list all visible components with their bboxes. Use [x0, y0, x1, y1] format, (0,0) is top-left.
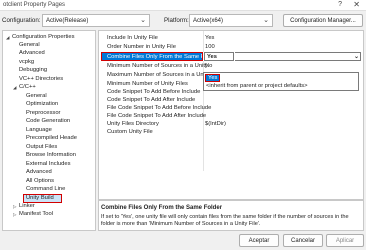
tree-item-command-line[interactable]: Command Line: [26, 186, 65, 192]
tree-item-browse-information[interactable]: Browse Information: [26, 152, 76, 158]
tree-item-cpp-advanced[interactable]: Advanced: [26, 169, 52, 175]
tree-item-general[interactable]: General: [19, 42, 40, 48]
property-row[interactable]: File Code Snippet To Add Before Include: [99, 104, 363, 112]
platform-label: Platform:: [164, 17, 189, 24]
chevron-down-icon: ⌄: [140, 17, 146, 24]
property-value: 100: [205, 44, 215, 50]
tree-item-external-includes[interactable]: External Includes: [26, 161, 70, 167]
platform-value: Active(x64): [193, 18, 224, 24]
tree-item-all-options[interactable]: All Options: [26, 178, 54, 184]
expanded-arrow-icon[interactable]: ◢: [13, 85, 16, 91]
property-row[interactable]: Code Snippet To Add After Include: [99, 96, 363, 104]
configuration-manager-button[interactable]: Configuration Manager...: [283, 14, 363, 27]
collapsed-arrow-icon[interactable]: ▷: [13, 212, 16, 218]
property-value: $(IntDir): [205, 121, 226, 127]
property-value: No: [205, 63, 213, 69]
ok-button[interactable]: Aceptar: [239, 234, 279, 247]
value-dropdown-list[interactable]: Yes <inherit from parent or project defa…: [203, 72, 359, 91]
property-row[interactable]: Order Number in Unity File 100: [99, 43, 363, 51]
chevron-down-icon[interactable]: ⌄: [354, 53, 359, 60]
close-icon[interactable]: ✕: [353, 0, 360, 9]
description-panel: Combine Files Only From the Same Folder …: [98, 200, 364, 231]
property-name-selected: Combine Files Only From the Same Fol: [101, 52, 203, 61]
tree-item-code-generation[interactable]: Code Generation: [26, 118, 70, 124]
tree-item-manifest-tool[interactable]: Manifest Tool: [19, 211, 53, 217]
tree-item-optimization[interactable]: Optimization: [26, 101, 58, 107]
property-row[interactable]: Minimum Number of Sources in a Unity No: [99, 62, 363, 70]
property-value-editor[interactable]: Yes: [204, 52, 234, 61]
property-name: Custom Unity File: [107, 129, 153, 135]
configuration-toolbar: Configuration: Active(Release) ⌄ Platfor…: [0, 11, 366, 31]
tree-item-cpp-general[interactable]: General: [26, 93, 47, 99]
description-text: If set to 'Yes', one unity file will onl…: [101, 214, 349, 228]
tree-item-output-files[interactable]: Output Files: [26, 144, 57, 150]
expanded-arrow-icon[interactable]: ◢: [6, 35, 9, 41]
property-row-selected[interactable]: Combine Files Only From the Same Fol Yes…: [99, 52, 363, 61]
help-icon[interactable]: ?: [338, 1, 342, 8]
configuration-select[interactable]: Active(Release) ⌄: [42, 14, 150, 27]
property-grid: Include In Unity File Yes Order Number i…: [98, 30, 364, 200]
property-name: Order Number in Unity File: [107, 44, 176, 50]
property-name: Code Snippet To Add After Include: [107, 97, 196, 103]
property-name: Code Snippet To Add Before Include: [107, 89, 201, 95]
tree-item-linker[interactable]: Linker: [19, 203, 35, 209]
platform-select[interactable]: Active(x64) ⌄: [189, 14, 273, 27]
property-row[interactable]: Include In Unity File Yes: [99, 34, 363, 42]
property-tree: ◢ Configuration Properties General Advan…: [2, 30, 96, 231]
apply-button[interactable]: Aplicar: [326, 234, 364, 247]
title-bar: otclient Property Pages ? ✕: [0, 0, 366, 11]
tree-item-advanced[interactable]: Advanced: [19, 50, 45, 56]
tree-item-cpp[interactable]: C/C++: [19, 84, 36, 90]
collapsed-arrow-icon[interactable]: ▷: [13, 204, 16, 210]
tree-item-precompiled-headers[interactable]: Precompiled Heade: [26, 135, 77, 141]
property-row[interactable]: Custom Unity File: [99, 128, 363, 136]
tree-item-configuration-properties[interactable]: Configuration Properties: [12, 34, 75, 40]
tree-item-vcpkg[interactable]: vcpkg: [19, 59, 34, 65]
property-row[interactable]: File Code Snippet To Add After Include: [99, 112, 363, 120]
tree-item-vcpp-directories[interactable]: VC++ Directories: [19, 76, 63, 82]
chevron-down-icon: ⌄: [263, 17, 269, 24]
property-value-combo[interactable]: ⌄: [235, 52, 361, 61]
tree-item-preprocessor[interactable]: Preprocessor: [26, 110, 60, 116]
dropdown-option-yes[interactable]: Yes: [205, 74, 221, 82]
property-value: Yes: [205, 35, 215, 41]
property-name: Include In Unity File: [107, 35, 158, 41]
dropdown-option-inherit[interactable]: <inherit from parent or project defaults…: [206, 83, 308, 89]
window-title: otclient Property Pages: [3, 2, 66, 8]
property-name: Maximum Number of Sources in a Unity: [107, 72, 210, 78]
tree-item-unity-build[interactable]: Unity Build: [23, 194, 62, 203]
property-name: Unity Files Directory: [107, 121, 159, 127]
property-name: File Code Snippet To Add After Include: [107, 113, 207, 119]
tree-item-language[interactable]: Language: [26, 127, 52, 133]
tree-item-debugging[interactable]: Debugging: [19, 67, 47, 73]
property-row[interactable]: Unity Files Directory $(IntDir): [99, 120, 363, 128]
property-name: Minimum Number of Unity Files: [107, 81, 188, 87]
configuration-value: Active(Release): [46, 18, 89, 24]
property-name: Minimum Number of Sources in a Unity: [107, 63, 208, 69]
configuration-label: Configuration:: [2, 17, 41, 24]
description-title: Combine Files Only From the Same Folder: [101, 205, 223, 211]
cancel-button[interactable]: Cancelar: [283, 234, 323, 247]
property-name: File Code Snippet To Add Before Include: [107, 105, 212, 111]
